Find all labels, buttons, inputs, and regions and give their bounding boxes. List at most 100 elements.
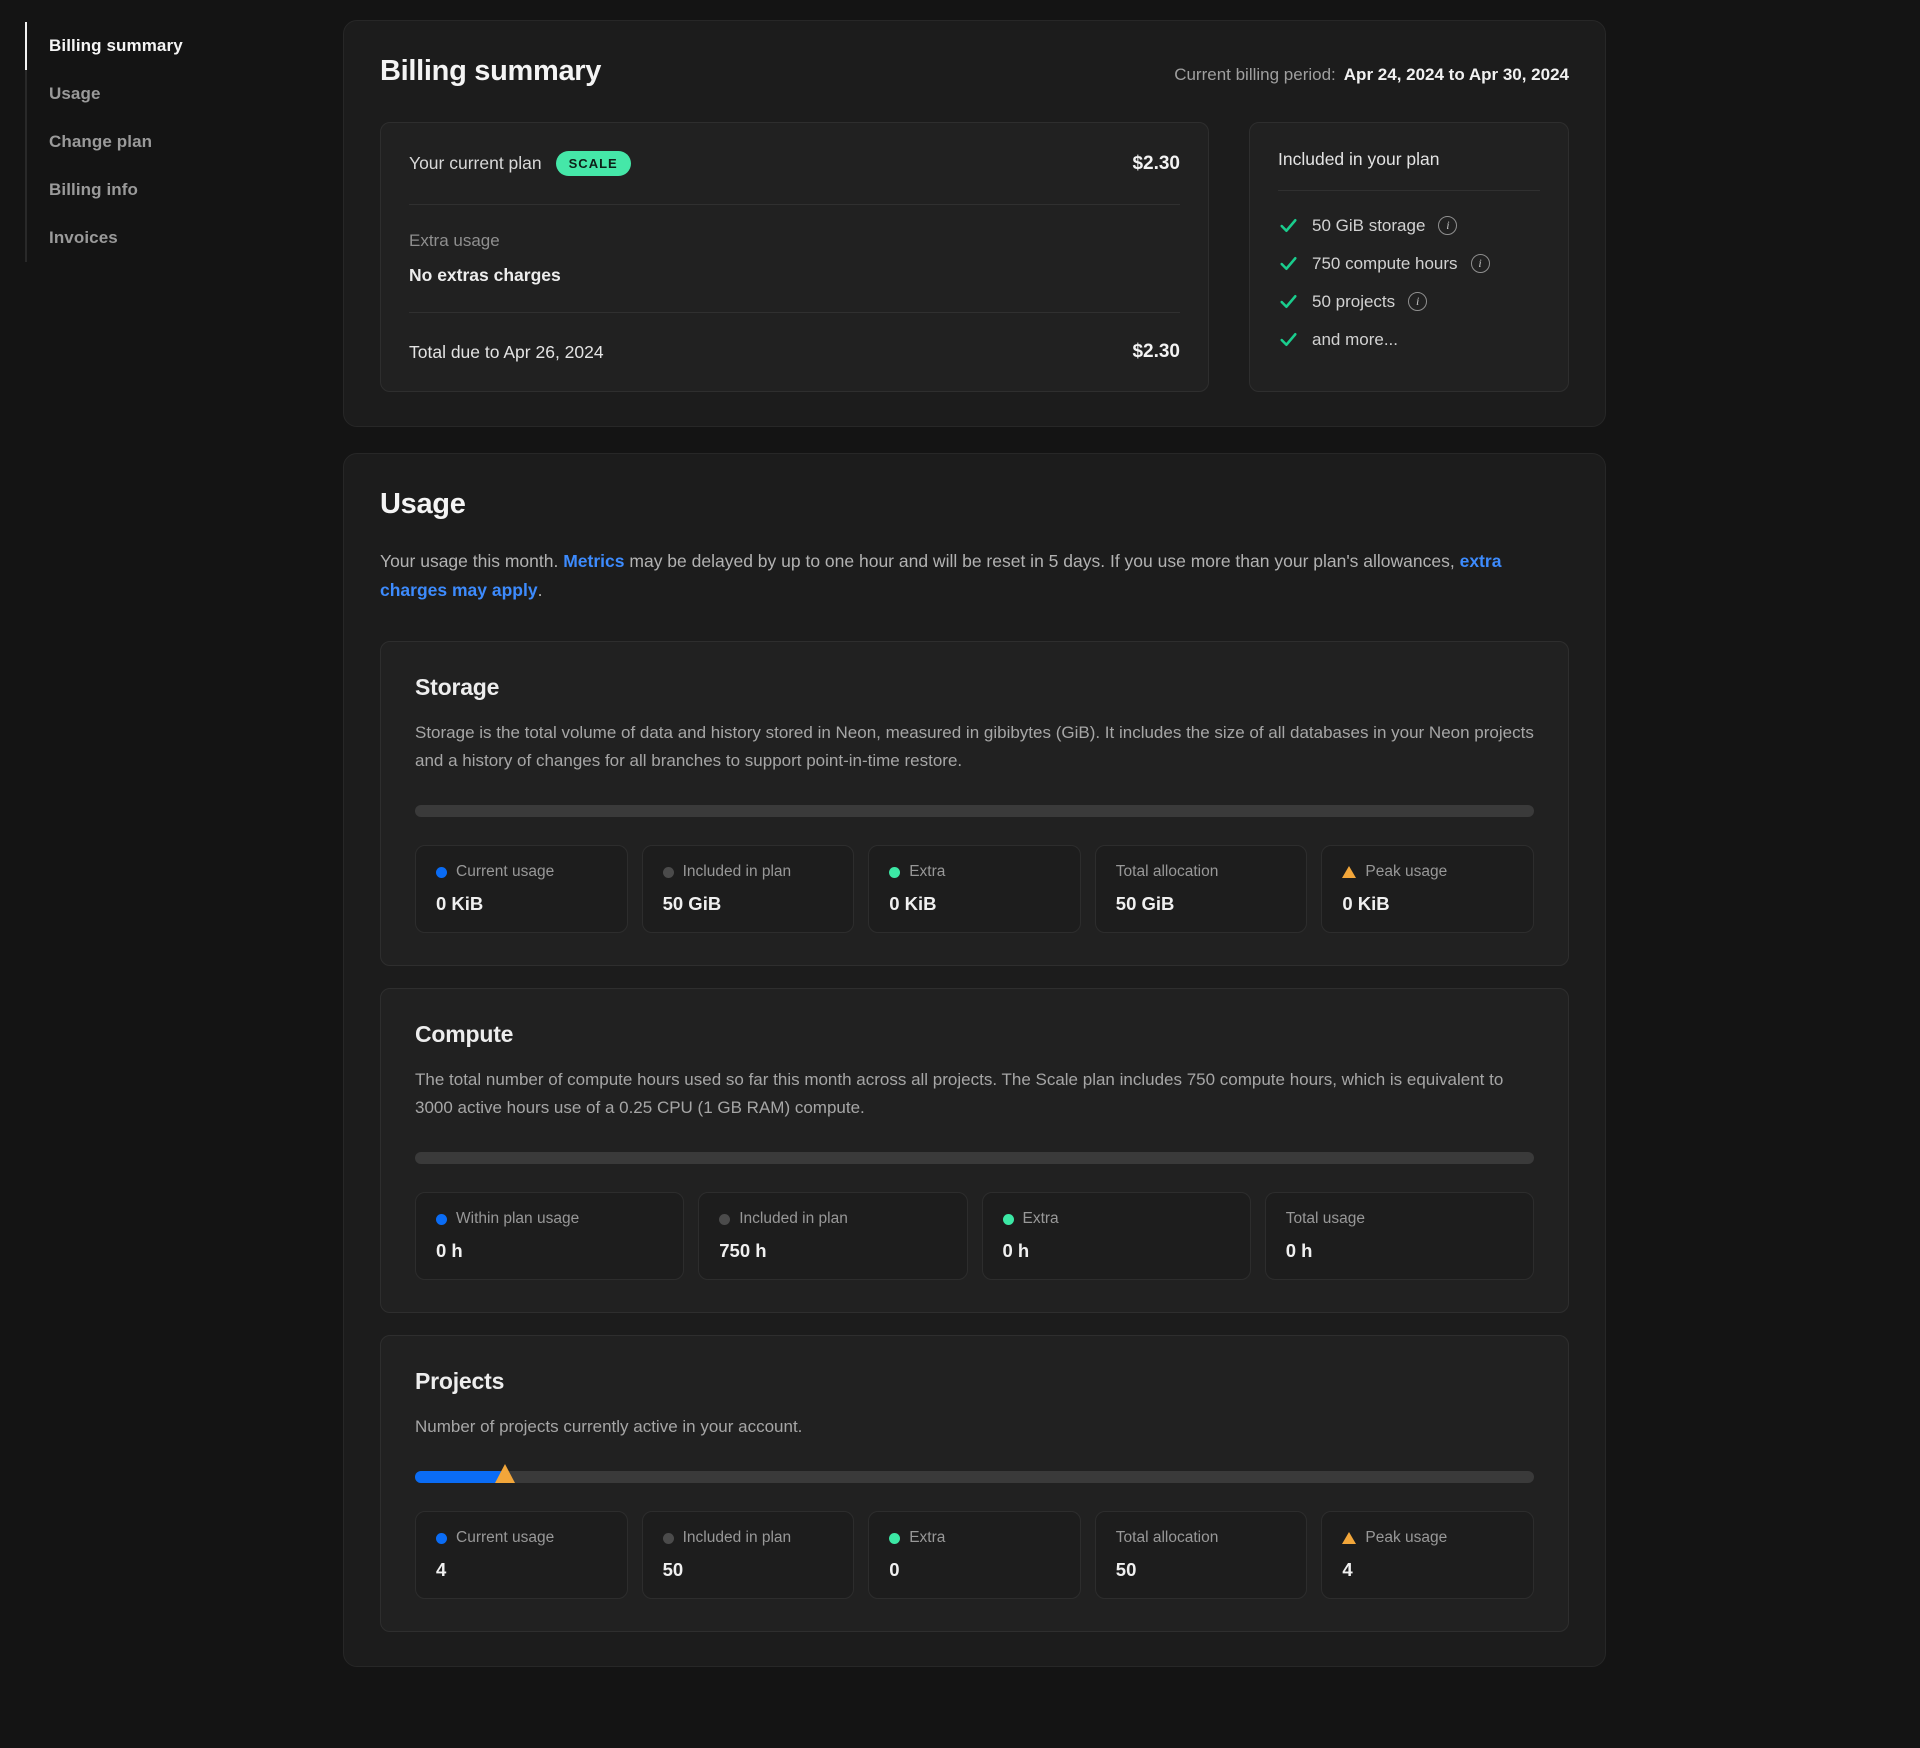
total-due-amount: $2.30 (1132, 341, 1180, 363)
stat-card-peak-usage: Peak usage 4 (1321, 1511, 1534, 1599)
stat-label: Extra (1023, 1210, 1059, 1228)
stat-label: Included in plan (683, 1529, 792, 1547)
stat-card-extra: Extra 0 (868, 1511, 1081, 1599)
extra-usage-block: Extra usage No extras charges (409, 204, 1180, 312)
current-plan-label-group: Your current plan SCALE (409, 151, 631, 176)
blue-dot-indicator (436, 1533, 447, 1544)
peak-usage-marker-icon (495, 1464, 515, 1483)
stat-value: 4 (436, 1559, 607, 1581)
current-plan-label: Your current plan (409, 153, 542, 174)
stat-value: 0 KiB (436, 893, 607, 915)
sidebar-item-usage[interactable]: Usage (25, 70, 343, 118)
stat-value: 0 KiB (889, 893, 1060, 915)
stat-card-total-allocation: Total allocation 50 (1095, 1511, 1308, 1599)
billing-page: Billing summary Usage Change plan Billin… (0, 0, 1920, 1667)
gray-dot-indicator (719, 1214, 730, 1225)
stat-card-within-plan-usage: Within plan usage 0 h (415, 1192, 684, 1280)
compute-progress-bar (415, 1152, 1534, 1164)
usage-intro-text: . (538, 580, 543, 600)
projects-progress-bar (415, 1471, 1534, 1483)
plan-badge: SCALE (556, 151, 631, 176)
total-due-label: Total due to Apr 26, 2024 (409, 342, 604, 363)
peak-triangle-icon (1342, 1532, 1356, 1544)
billing-summary-card: Billing summary Current billing period:A… (343, 20, 1606, 427)
stat-label: Total allocation (1116, 863, 1219, 881)
stat-card-extra: Extra 0 KiB (868, 845, 1081, 933)
included-item-label: 750 compute hours (1312, 254, 1458, 274)
storage-description: Storage is the total volume of data and … (415, 719, 1534, 775)
total-due-row: Total due to Apr 26, 2024 $2.30 (409, 312, 1180, 391)
metrics-link[interactable]: Metrics (563, 551, 624, 571)
usage-title: Usage (380, 488, 1569, 521)
compute-stats: Within plan usage 0 h Included in plan 7… (415, 1192, 1534, 1280)
billing-sidebar: Billing summary Usage Change plan Billin… (25, 20, 343, 1667)
green-dot-indicator (1003, 1214, 1014, 1225)
stat-card-total-usage: Total usage 0 h (1265, 1192, 1534, 1280)
stat-value: 50 GiB (663, 893, 834, 915)
billing-summary-body: Your current plan SCALE $2.30 Extra usag… (380, 122, 1569, 392)
projects-progress-fill (415, 1471, 505, 1483)
usage-card: Usage Your usage this month. Metrics may… (343, 453, 1606, 1667)
projects-panel: Projects Number of projects currently ac… (380, 1335, 1569, 1632)
compute-title: Compute (415, 1021, 1534, 1048)
billing-period-label: Current billing period: (1174, 65, 1336, 84)
compute-description: The total number of compute hours used s… (415, 1066, 1534, 1122)
projects-stats: Current usage 4 Included in plan 50 Extr… (415, 1511, 1534, 1599)
info-icon[interactable]: i (1408, 292, 1427, 311)
check-icon (1278, 329, 1299, 350)
check-icon (1278, 291, 1299, 312)
sidebar-item-billing-info[interactable]: Billing info (25, 166, 343, 214)
stat-value: 0 h (1003, 1240, 1230, 1262)
stat-card-included-in-plan: Included in plan 50 GiB (642, 845, 855, 933)
stat-card-extra: Extra 0 h (982, 1192, 1251, 1280)
sidebar-item-billing-summary[interactable]: Billing summary (25, 22, 343, 70)
usage-sections: Storage Storage is the total volume of d… (380, 641, 1569, 1632)
extra-usage-label: Extra usage (409, 231, 1180, 251)
included-item-more: and more... (1278, 329, 1540, 350)
stat-label: Peak usage (1365, 1529, 1447, 1547)
green-dot-indicator (889, 1533, 900, 1544)
storage-title: Storage (415, 674, 1534, 701)
included-list: 50 GiB storage i 750 compute hours i 50 … (1278, 215, 1540, 350)
gray-dot-indicator (663, 1533, 674, 1544)
peak-triangle-icon (1342, 866, 1356, 878)
included-item-storage: 50 GiB storage i (1278, 215, 1540, 236)
blue-dot-indicator (436, 867, 447, 878)
stat-card-current-usage: Current usage 0 KiB (415, 845, 628, 933)
stat-label: Current usage (456, 1529, 554, 1547)
stat-card-peak-usage: Peak usage 0 KiB (1321, 845, 1534, 933)
stat-label: Peak usage (1365, 863, 1447, 881)
stat-card-current-usage: Current usage 4 (415, 1511, 628, 1599)
stat-value: 0 KiB (1342, 893, 1513, 915)
billing-period: Current billing period: Apr 24, 2024 to A… (1174, 65, 1569, 85)
included-item-compute: 750 compute hours i (1278, 253, 1540, 274)
projects-title: Projects (415, 1368, 1534, 1395)
stat-value: 50 (1116, 1559, 1287, 1581)
included-item-projects: 50 projects i (1278, 291, 1540, 312)
sidebar-item-change-plan[interactable]: Change plan (25, 118, 343, 166)
blue-dot-indicator (436, 1214, 447, 1225)
storage-progress-bar (415, 805, 1534, 817)
info-icon[interactable]: i (1438, 216, 1457, 235)
green-dot-indicator (889, 867, 900, 878)
info-icon[interactable]: i (1471, 254, 1490, 273)
stat-value: 0 (889, 1559, 1060, 1581)
current-plan-row: Your current plan SCALE $2.30 (409, 123, 1180, 204)
stat-value: 50 (663, 1559, 834, 1581)
sidebar-item-invoices[interactable]: Invoices (25, 214, 343, 262)
storage-stats: Current usage 0 KiB Included in plan 50 … (415, 845, 1534, 933)
projects-description: Number of projects currently active in y… (415, 1413, 1534, 1441)
billing-nav: Billing summary Usage Change plan Billin… (25, 22, 343, 262)
billing-summary-header: Billing summary Current billing period:A… (380, 55, 1569, 88)
gray-dot-indicator (663, 867, 674, 878)
included-item-label: and more... (1312, 330, 1398, 350)
stat-value: 50 GiB (1116, 893, 1287, 915)
billing-period-value: Apr 24, 2024 to Apr 30, 2024 (1344, 65, 1569, 84)
usage-intro-text: may be delayed by up to one hour and wil… (625, 551, 1460, 571)
check-icon (1278, 253, 1299, 274)
stat-value: 4 (1342, 1559, 1513, 1581)
stat-label: Extra (909, 863, 945, 881)
plan-amount: $2.30 (1132, 153, 1180, 175)
stat-value: 750 h (719, 1240, 946, 1262)
stat-label: Within plan usage (456, 1210, 579, 1228)
